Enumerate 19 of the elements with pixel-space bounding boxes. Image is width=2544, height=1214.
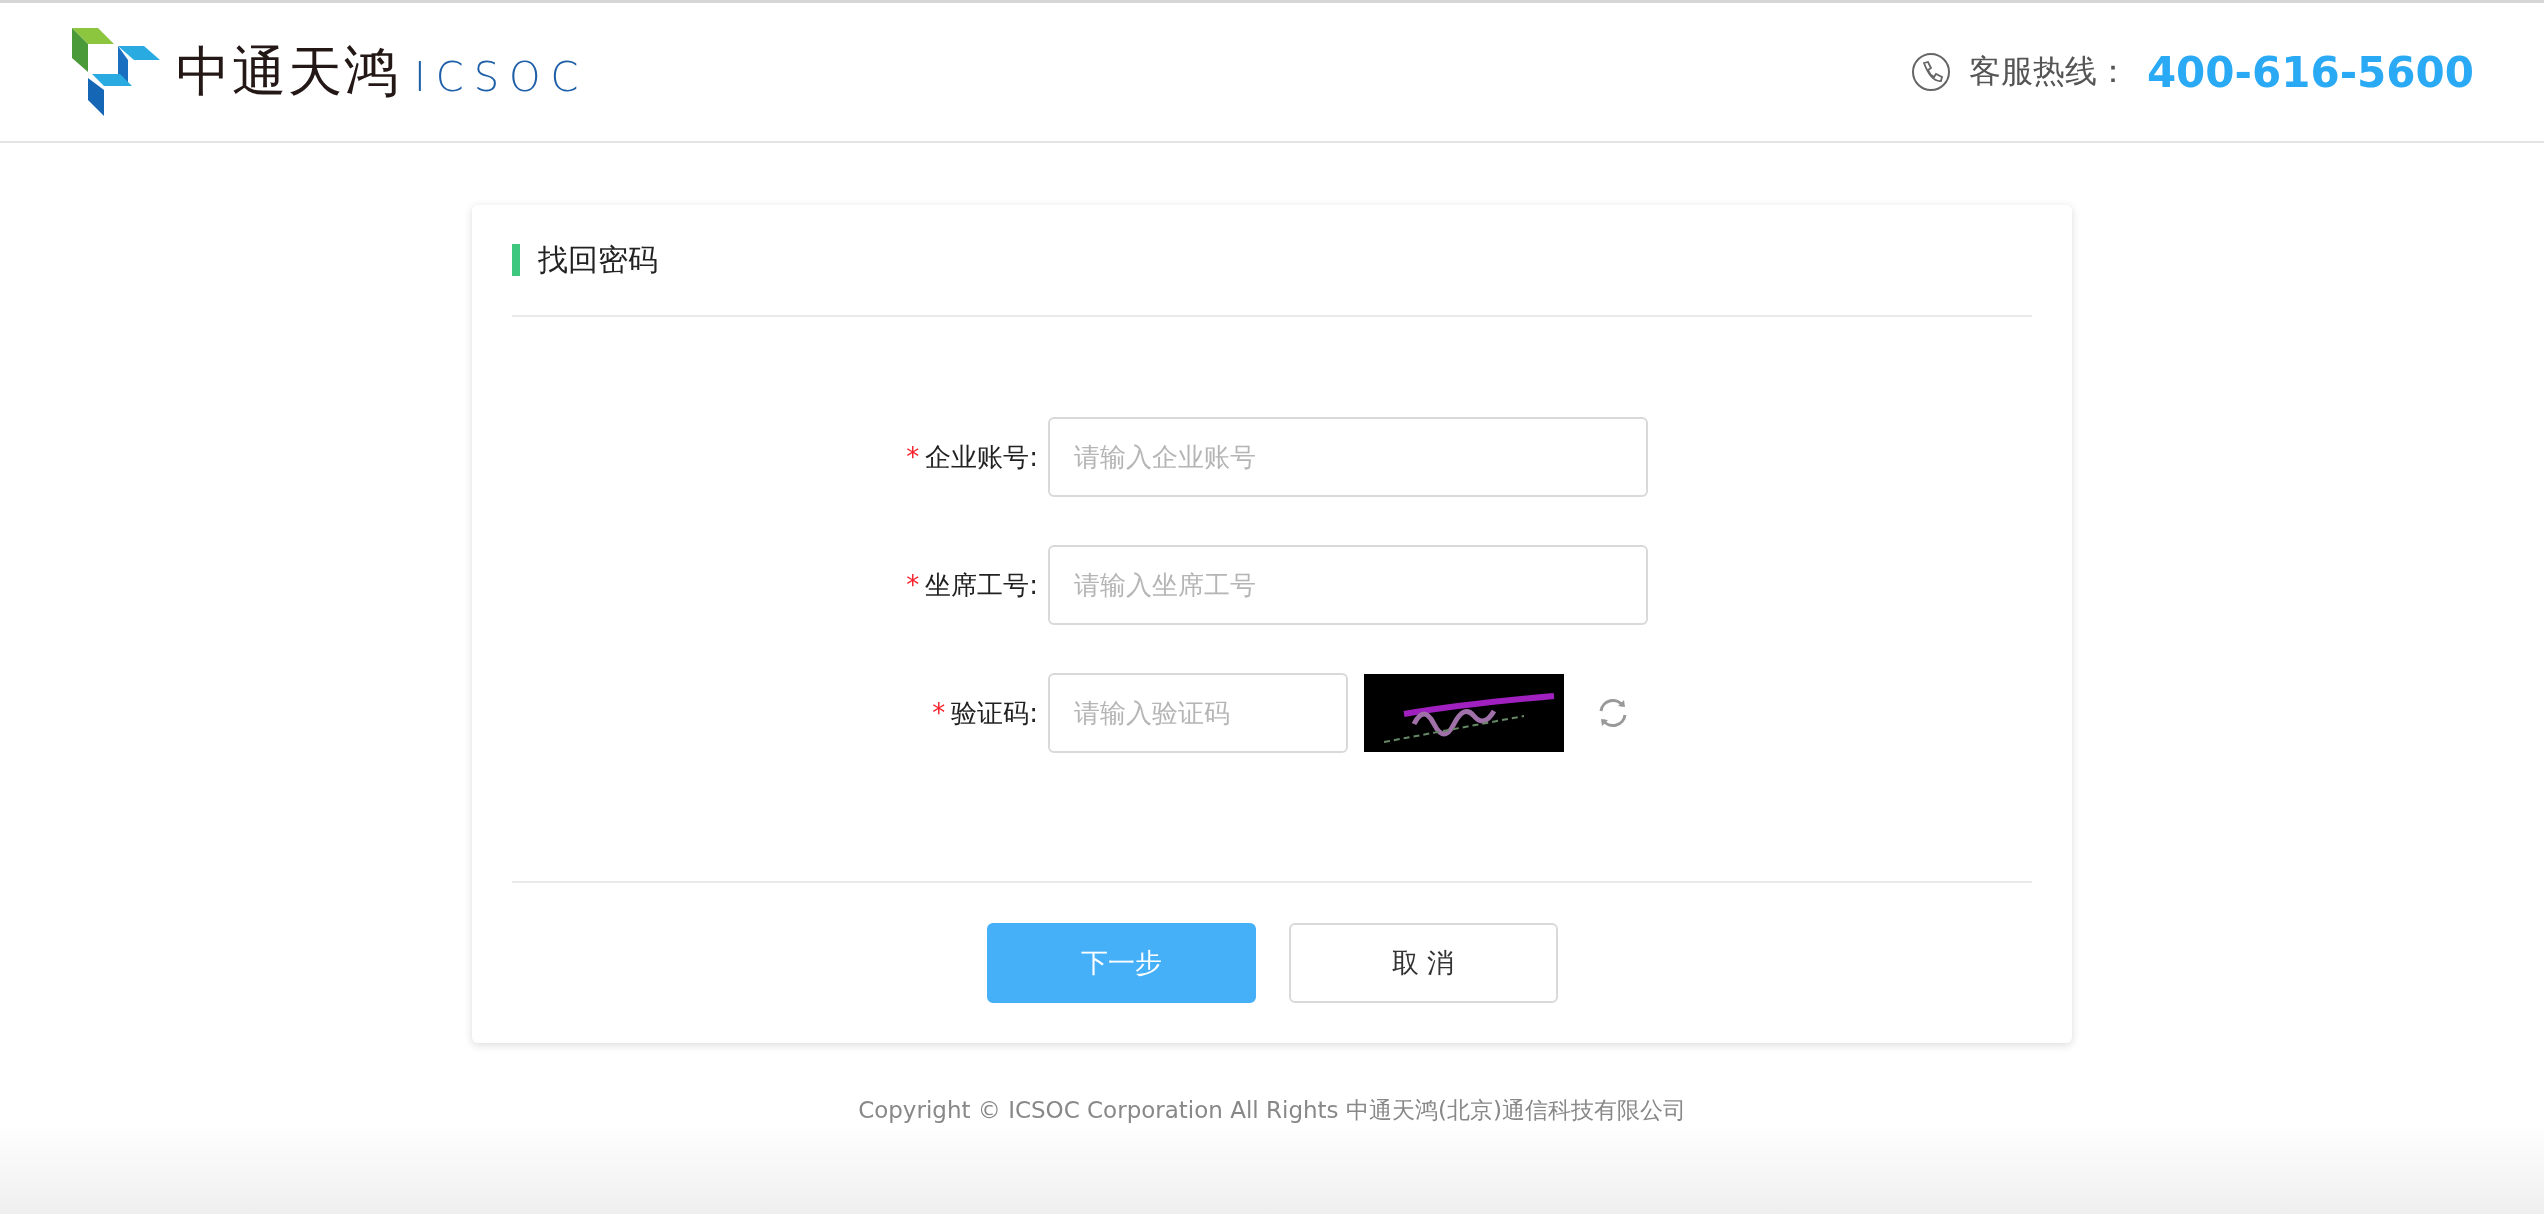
title-accent-bar (512, 244, 520, 276)
text-input[interactable]: 请输入坐席工号 (1048, 545, 1648, 625)
copyright-text: Copyright © ICSOC Corporation All Rights 中通天鸿(北京)通信科技有限公司 (858, 1096, 1686, 1125)
required-mark: * (906, 442, 920, 472)
required-mark: * (906, 570, 920, 600)
field-label: 企业账号: (925, 440, 1038, 474)
logo-latin-wordmark: ICSOC (414, 54, 589, 100)
phone-icon (1910, 52, 1951, 92)
field-label: 验证码: (951, 696, 1038, 730)
hotline-label: 客服热线： (1968, 51, 2129, 92)
cancel-button[interactable]: 取 消 (1288, 923, 1558, 1003)
hotline-number: 400-616-5600 (2146, 47, 2474, 97)
captcha-input[interactable]: 请输入验证码 (1048, 673, 1348, 753)
required-mark: * (932, 698, 946, 728)
logo-wordmark: 中通天鸿 (176, 38, 400, 105)
card-title: 找回密码 (538, 240, 658, 279)
text-input[interactable]: 请输入企业账号 (1048, 417, 1648, 497)
logo-icon (72, 28, 162, 116)
field-label: 坐席工号: (925, 568, 1038, 602)
